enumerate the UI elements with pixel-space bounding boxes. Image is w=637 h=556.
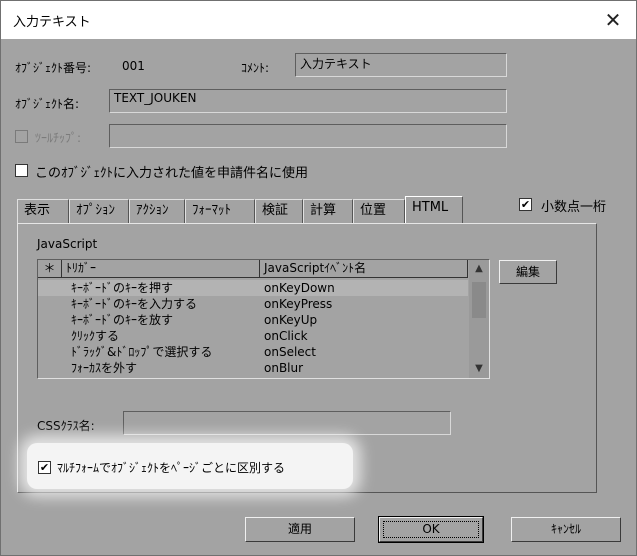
object-name-field[interactable]: TEXT_JOUKEN (109, 89, 507, 113)
use-for-title-label: このｵﾌﾞｼﾞｪｸﾄに入力された値を申請件名に使用 (35, 166, 309, 181)
trigger-cell: ｷｰﾎﾞｰﾄﾞのｷｰを放す (71, 313, 174, 327)
event-cell: onSelect (264, 345, 316, 359)
event-cell: onKeyDown (264, 281, 335, 295)
event-cell: onKeyPress (264, 297, 333, 311)
scroll-up-icon[interactable]: ▲ (469, 260, 489, 278)
trigger-cell: ﾌｫｰｶｽを外す (71, 361, 138, 375)
tab-html[interactable]: HTML (405, 196, 463, 223)
tab-display[interactable]: 表示 (17, 199, 69, 223)
css-class-label: CSSｸﾗｽ名: (37, 419, 95, 433)
tab-calculation[interactable]: 計算 (303, 199, 353, 223)
tab-validation[interactable]: 検証 (255, 199, 303, 223)
javascript-event-list[interactable]: ＊ ﾄﾘｶﾞｰ JavaScriptｲﾍﾞﾝﾄ名 ｷｰﾎﾞｰﾄﾞのｷｰを押す o… (37, 259, 490, 379)
column-header-event[interactable]: JavaScriptｲﾍﾞﾝﾄ名 (260, 260, 468, 278)
object-number-label: ｵﾌﾞｼﾞｪｸﾄ番号: (15, 61, 92, 75)
comment-field[interactable]: 入力テキスト (295, 53, 507, 77)
tooltip-field[interactable] (109, 124, 507, 148)
object-number-value: 001 (122, 59, 145, 73)
edit-button[interactable]: 編集 (499, 260, 557, 284)
check-icon: ✔ (520, 198, 531, 211)
javascript-label: JavaScript (37, 237, 98, 251)
event-cell: onKeyUp (264, 313, 318, 327)
css-class-field[interactable] (123, 411, 451, 435)
trigger-cell: ｸﾘｯｸする (71, 329, 120, 343)
use-for-title-checkbox[interactable] (15, 164, 28, 177)
ok-button[interactable]: OK (378, 516, 484, 543)
decimal-digit-label: 小数点一桁 (541, 200, 607, 215)
multiform-checkbox[interactable]: ✔ (38, 461, 51, 474)
tooltip-checkbox[interactable] (15, 130, 28, 143)
scroll-down-icon[interactable]: ▼ (469, 360, 489, 378)
vertical-scrollbar[interactable]: ▲ ▼ (469, 260, 489, 378)
list-item[interactable]: ｷｰﾎﾞｰﾄﾞのｷｰを放す onKeyUp (38, 312, 468, 328)
comment-label: ｺﾒﾝﾄ: (241, 61, 270, 75)
check-icon: ✔ (39, 461, 50, 474)
multiform-label: ﾏﾙﾁﾌｫｰﾑでｵﾌﾞｼﾞｪｸﾄをﾍﾟｰｼﾞごとに区別する (57, 461, 286, 475)
object-name-label: ｵﾌﾞｼﾞｪｸﾄ名: (15, 97, 80, 111)
tab-format[interactable]: ﾌｫｰﾏｯﾄ (185, 199, 255, 223)
decimal-digit-checkbox[interactable]: ✔ (519, 198, 532, 211)
apply-button[interactable]: 適用 (245, 517, 355, 542)
cancel-button[interactable]: ｷｬﾝｾﾙ (511, 517, 621, 542)
close-icon[interactable]: ✕ (600, 7, 626, 33)
column-header-star[interactable]: ＊ (38, 260, 62, 278)
list-item[interactable]: ｷｰﾎﾞｰﾄﾞのｷｰを押す onKeyDown (38, 280, 468, 296)
tab-action[interactable]: ｱｸｼｮﾝ (129, 199, 185, 223)
trigger-cell: ｷｰﾎﾞｰﾄﾞのｷｰを押す (71, 281, 174, 295)
event-cell: onBlur (264, 361, 304, 375)
window-title: 入力テキスト (13, 15, 91, 30)
column-header-trigger[interactable]: ﾄﾘｶﾞｰ (62, 260, 260, 278)
tooltip-label: ﾂｰﾙﾁｯﾌﾟ: (35, 131, 82, 145)
tab-position[interactable]: 位置 (353, 199, 405, 223)
list-item[interactable]: ﾌｫｰｶｽを外す onBlur (38, 360, 468, 376)
focus-rect (383, 521, 479, 538)
list-item[interactable]: ｸﾘｯｸする onClick (38, 328, 468, 344)
tab-options[interactable]: ｵﾌﾟｼｮﾝ (69, 199, 129, 223)
event-cell: onClick (264, 329, 308, 343)
trigger-cell: ﾄﾞﾗｯｸﾞ&ﾄﾞﾛｯﾌﾟで選択する (71, 345, 213, 359)
trigger-cell: ｷｰﾎﾞｰﾄﾞのｷｰを入力する (71, 297, 198, 311)
title-bar: 入力テキスト ✕ (1, 1, 636, 39)
dialog-window: 入力テキスト ✕ ｵﾌﾞｼﾞｪｸﾄ番号: 001 ｺﾒﾝﾄ: 入力テキスト ｵﾌ… (0, 0, 637, 556)
scrollbar-thumb[interactable] (472, 282, 486, 318)
list-item[interactable]: ｷｰﾎﾞｰﾄﾞのｷｰを入力する onKeyPress (38, 296, 468, 312)
list-item[interactable]: ﾄﾞﾗｯｸﾞ&ﾄﾞﾛｯﾌﾟで選択する onSelect (38, 344, 468, 360)
